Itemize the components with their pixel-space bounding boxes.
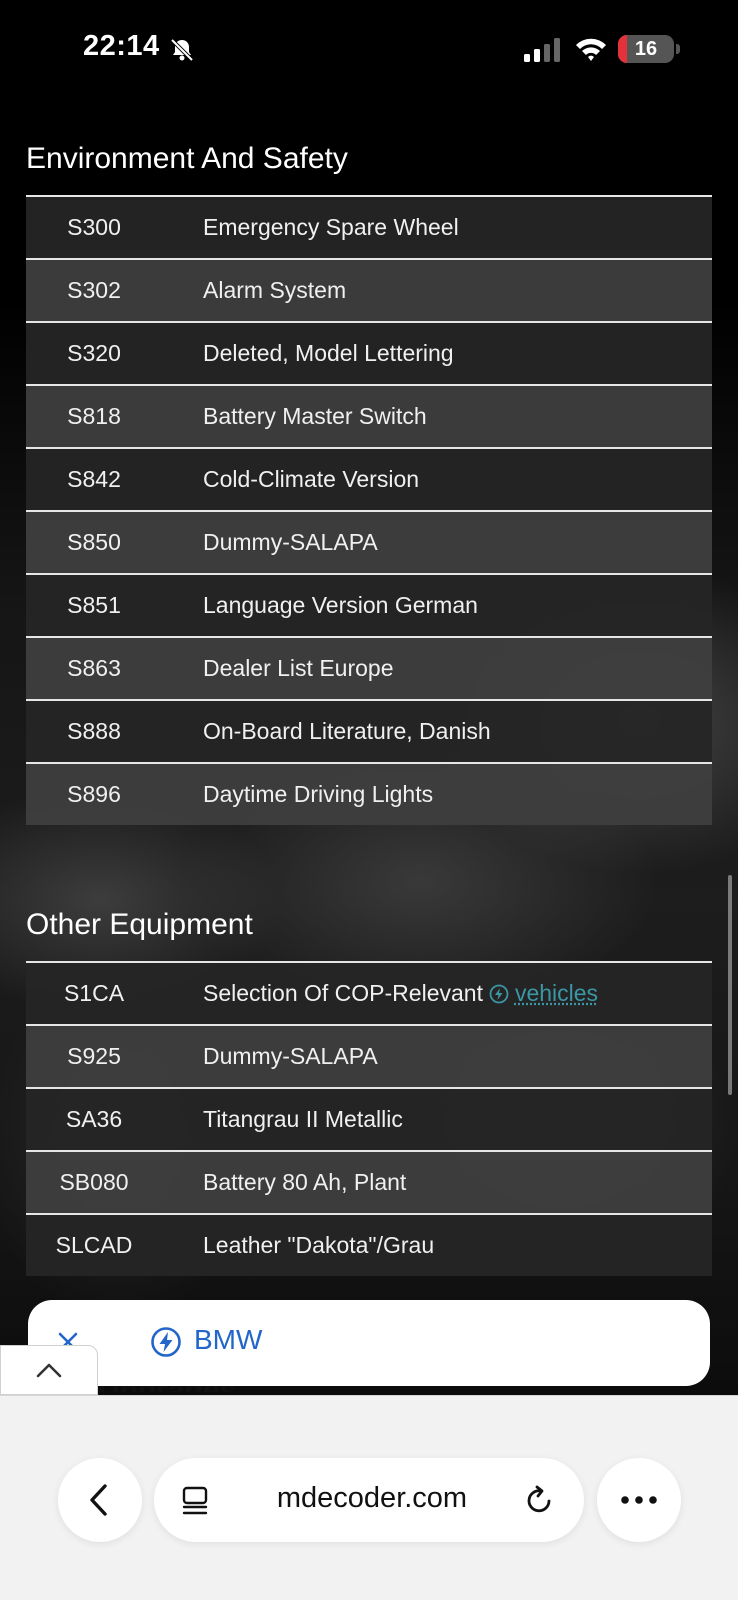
more-icon [621,1496,657,1504]
scrollbar[interactable] [728,875,732,1095]
banner-label: BMW [194,1324,263,1355]
option-code: S842 [67,466,121,492]
table-row: S302 Alarm System [26,258,712,321]
more-button[interactable] [597,1458,681,1542]
option-code: S850 [67,529,121,555]
option-description: Battery 80 Ah, Plant [203,1169,407,1195]
bell-slash-icon [170,38,194,62]
option-code: S300 [67,214,121,240]
equipment-table-other: S1CA Selection Of COP-Relevant vehicles S… [26,961,712,1276]
table-row: S888 On-Board Literature, Danish [26,699,712,762]
option-code: SB080 [59,1169,129,1195]
option-description: Dummy-SALAPA [203,1043,378,1069]
url-text[interactable]: mdecoder.com [222,1482,522,1515]
table-row: S320 Deleted, Model Lettering [26,321,712,384]
option-code: S888 [67,718,121,744]
equipment-table-environment: S300 Emergency Spare Wheel S302 Alarm Sy… [26,195,712,825]
status-time: 22:14 [83,30,160,62]
option-description: Leather "Dakota"/Grau [203,1232,435,1258]
bolt-circle-icon [151,1327,181,1357]
option-description: Alarm System [203,277,347,303]
option-description: Dummy-SALAPA [203,529,378,555]
option-code: S851 [67,592,121,618]
option-description-text: Selection Of COP-Relevant [203,980,483,1006]
option-code: S1CA [63,980,125,1006]
table-row: S300 Emergency Spare Wheel [26,195,712,258]
chevron-left-icon [90,1484,107,1516]
option-description: Language Version German [203,592,478,618]
battery-nub [676,44,680,54]
signal-icon [524,38,560,62]
option-description: Cold-Climate Version [203,466,420,492]
vehicles-link[interactable]: vehicles [515,980,598,1006]
option-description: Dealer List Europe [203,655,394,681]
table-row: S851 Language Version German [26,573,712,636]
reload-icon[interactable] [524,1484,556,1516]
bmw-banner[interactable]: BMW [28,1300,710,1386]
table-row: S863 Dealer List Europe [26,636,712,699]
option-code: S863 [67,655,121,681]
back-button[interactable] [58,1458,142,1542]
table-row: S925 Dummy-SALAPA [26,1024,712,1087]
option-description: Battery Master Switch [203,403,427,429]
wifi-icon [576,38,606,61]
table-row: S850 Dummy-SALAPA [26,510,712,573]
chevron-up-icon [36,1363,62,1378]
section-title-environment: Environment And Safety [26,142,348,175]
table-row: SA36 Titangrau II Metallic [26,1087,712,1150]
table-row: S1CA Selection Of COP-Relevant vehicles [26,961,712,1024]
option-code: SLCAD [55,1232,133,1258]
option-code: S320 [67,340,121,366]
battery-indicator: 16 [618,35,674,63]
status-bar: 22:14 16 [0,0,738,100]
table-row: S842 Cold-Climate Version [26,447,712,510]
option-description: Selection Of COP-Relevant vehicles [203,980,598,1007]
option-code: S896 [67,781,121,807]
option-description: Deleted, Model Lettering [203,340,454,366]
address-bar[interactable]: mdecoder.com [154,1458,584,1542]
option-code: S925 [67,1043,121,1069]
bolt-circle-icon [489,984,509,1004]
tabs-icon[interactable] [180,1485,210,1517]
option-code: S302 [67,277,121,303]
collapse-toolbar-button[interactable] [0,1345,98,1395]
option-description: Emergency Spare Wheel [203,214,459,240]
battery-label: 16 [634,38,658,60]
option-code: S818 [67,403,121,429]
option-code: SA36 [65,1106,123,1132]
table-row: SLCAD Leather "Dakota"/Grau [26,1213,712,1276]
table-row: SB080 Battery 80 Ah, Plant [26,1150,712,1213]
option-description: Titangrau II Metallic [203,1106,403,1132]
table-row: S896 Daytime Driving Lights [26,762,712,825]
section-title-other-equipment: Other Equipment [26,908,253,941]
option-description: Daytime Driving Lights [203,781,434,807]
table-row: S818 Battery Master Switch [26,384,712,447]
option-description: On-Board Literature, Danish [203,718,491,744]
